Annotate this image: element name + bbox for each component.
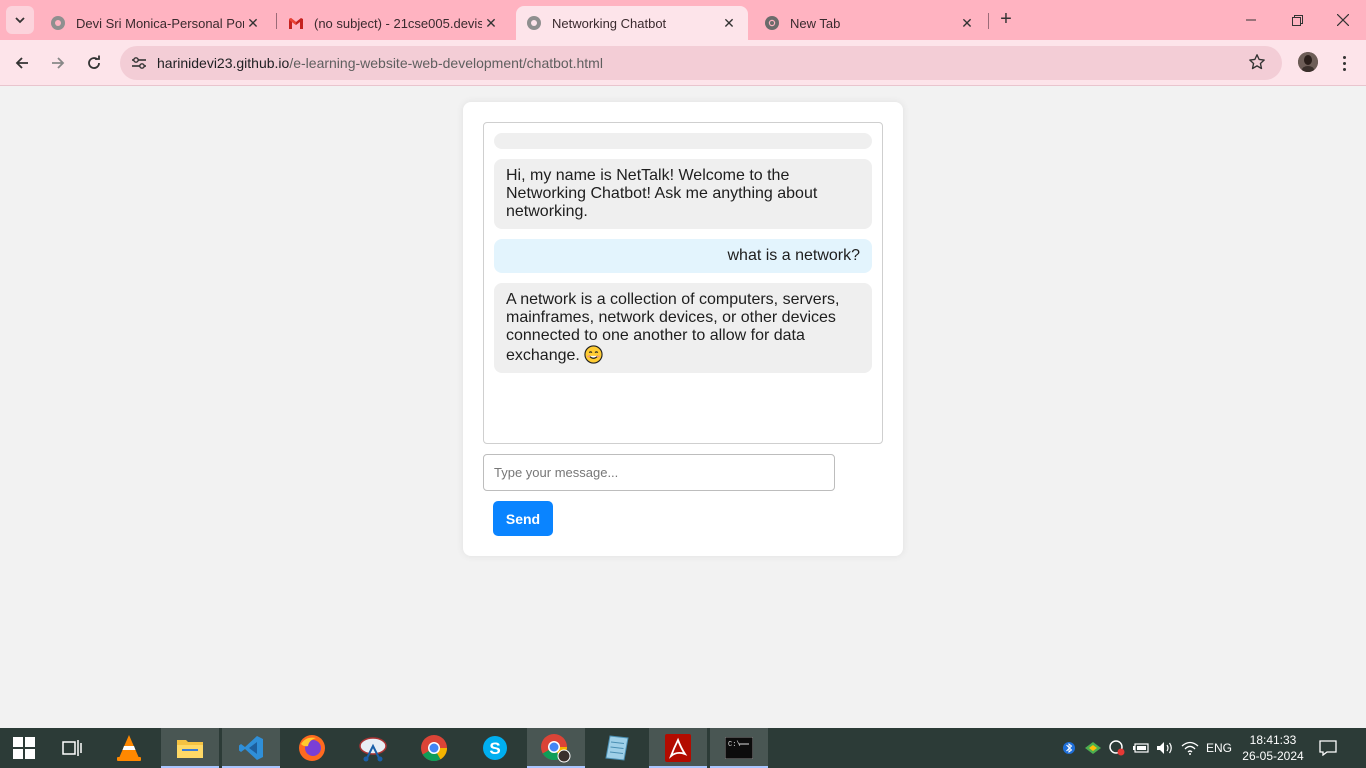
- forward-button[interactable]: [43, 48, 73, 78]
- windows-start-icon[interactable]: [0, 728, 48, 768]
- wifi-icon[interactable]: [1178, 728, 1202, 768]
- skype-icon[interactable]: S: [466, 728, 524, 768]
- chevron-down-icon: [15, 17, 25, 24]
- chat-log[interactable]: Hi, my name is NetTalk! Welcome to the N…: [483, 122, 883, 444]
- back-button[interactable]: [7, 48, 37, 78]
- tab-title: Devi Sri Monica-Personal Portfolio: [76, 15, 244, 31]
- acrobat-icon[interactable]: [649, 728, 707, 768]
- address-bar[interactable]: harinidevi23.github.io/e-learning-websit…: [120, 46, 1282, 80]
- tab-title: (no subject) - 21cse005.devisrimonica@gm…: [314, 15, 482, 31]
- close-tab-icon[interactable]: ✕: [720, 15, 738, 32]
- message-text: Hi, my name is NetTalk! Welcome to the N…: [506, 167, 818, 220]
- tab-search-button[interactable]: [6, 6, 34, 34]
- profile-avatar[interactable]: [1298, 52, 1318, 72]
- svg-text:S: S: [489, 739, 500, 758]
- firefox-icon[interactable]: [283, 728, 341, 768]
- globe-icon: [526, 15, 542, 31]
- language-indicator[interactable]: ENG: [1204, 728, 1234, 768]
- svg-text:C:\: C:\: [728, 741, 741, 749]
- volume-icon[interactable]: [1154, 728, 1176, 768]
- battery-icon[interactable]: [1130, 728, 1152, 768]
- bluetooth-icon[interactable]: [1060, 728, 1078, 768]
- restore-button[interactable]: [1274, 0, 1320, 40]
- tab-title: Networking Chatbot: [552, 15, 667, 31]
- tab-title: New Tab: [790, 15, 841, 31]
- url-host: harinidevi23.github.io: [157, 55, 290, 71]
- tab-gmail[interactable]: (no subject) - 21cse005.devisrimonica@gm…: [278, 6, 510, 40]
- vscode-icon[interactable]: [222, 728, 280, 768]
- browser-menu-icon[interactable]: [1334, 52, 1354, 74]
- arrow-right-icon: [52, 57, 65, 69]
- tab-divider: [276, 13, 277, 29]
- notepad-icon[interactable]: [588, 728, 646, 768]
- tab-strip: Devi Sri Monica-Personal Portfolio ✕ (no…: [0, 0, 1366, 40]
- file-explorer-icon[interactable]: [161, 728, 219, 768]
- chrome-icon: [764, 15, 780, 31]
- url-text: harinidevi23.github.io/e-learning-websit…: [157, 55, 603, 71]
- notification-icon[interactable]: [1314, 728, 1342, 768]
- tab-new-tab[interactable]: New Tab ✕: [754, 6, 986, 40]
- browser-toolbar: harinidevi23.github.io/e-learning-websit…: [0, 40, 1366, 86]
- smiling-face-icon: [584, 345, 603, 364]
- security-tray-icon[interactable]: [1106, 728, 1128, 768]
- tab-divider: [988, 13, 989, 29]
- restore-icon: [1291, 14, 1303, 26]
- reload-icon: [88, 55, 100, 69]
- message-input[interactable]: [483, 454, 835, 491]
- terminal-icon[interactable]: C:\: [710, 728, 768, 768]
- windows-taskbar: S C:\ ENG 18:41:33 26-05-2024: [0, 728, 1366, 768]
- message-text: A network is a collection of computers, …: [506, 291, 840, 364]
- tab-portfolio[interactable]: Devi Sri Monica-Personal Portfolio ✕: [40, 6, 272, 40]
- chatbot-container: Hi, my name is NetTalk! Welcome to the N…: [463, 102, 903, 556]
- arrow-left-icon: [15, 57, 28, 69]
- close-tab-icon[interactable]: ✕: [244, 15, 262, 32]
- chrome-icon[interactable]: [405, 728, 463, 768]
- reload-button[interactable]: [79, 48, 109, 78]
- task-view-icon[interactable]: [48, 728, 96, 768]
- clock-time: 18:41:33: [1249, 733, 1297, 747]
- clock[interactable]: 18:41:33 26-05-2024: [1238, 732, 1308, 764]
- url-path: /e-learning-website-web-development/chat…: [289, 55, 603, 71]
- send-button[interactable]: Send: [493, 501, 553, 536]
- site-settings-icon[interactable]: [128, 52, 150, 74]
- bookmark-star-icon[interactable]: [1248, 53, 1268, 73]
- chrome-profile-icon[interactable]: [527, 728, 585, 768]
- close-icon: [1337, 14, 1349, 26]
- globe-icon: [50, 15, 66, 31]
- gmail-icon: [288, 15, 304, 31]
- bot-message: A network is a collection of computers, …: [494, 283, 872, 373]
- close-tab-icon[interactable]: ✕: [482, 15, 500, 32]
- clock-date: 26-05-2024: [1242, 749, 1304, 763]
- user-message: what is a network?: [494, 239, 872, 273]
- close-window-button[interactable]: [1320, 0, 1366, 40]
- tab-networking-chatbot[interactable]: Networking Chatbot ✕: [516, 6, 748, 40]
- bot-message: Hi, my name is NetTalk! Welcome to the N…: [494, 159, 872, 229]
- empty-message-bubble: [494, 133, 872, 149]
- message-text: what is a network?: [727, 247, 860, 264]
- new-tab-button[interactable]: +: [994, 8, 1018, 32]
- app-tray-icon[interactable]: [1082, 728, 1104, 768]
- close-tab-icon[interactable]: ✕: [958, 15, 976, 32]
- vlc-icon[interactable]: [100, 728, 158, 768]
- minimize-button[interactable]: [1228, 0, 1274, 40]
- minimize-icon: [1246, 19, 1256, 21]
- snipping-tool-icon[interactable]: [344, 728, 402, 768]
